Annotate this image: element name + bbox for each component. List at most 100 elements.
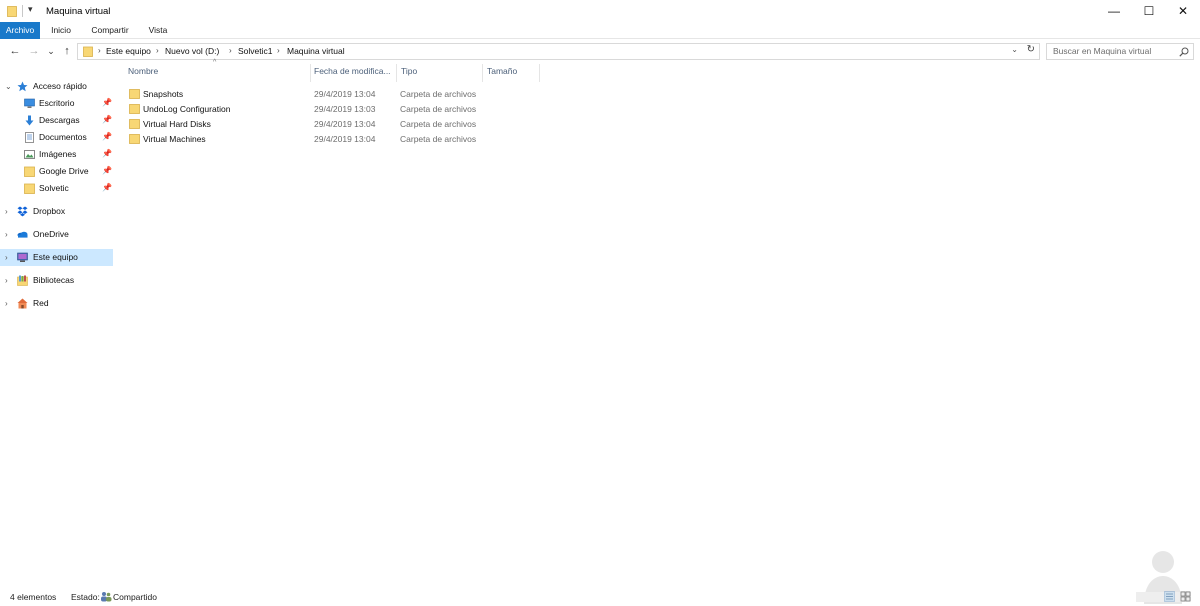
navigation-pane: ⌄ Acceso rápido Escritorio 📌 Descargas 📌… [0, 72, 116, 582]
title-bar: ▾ Maquina virtual — ☐ ✕ [0, 0, 1200, 22]
file-name: Virtual Hard Disks [143, 119, 211, 129]
quick-access-toolbar-dropdown[interactable]: ▾ [28, 4, 33, 15]
libraries-icon [17, 275, 28, 286]
breadcrumb-este-equipo[interactable]: Este equipo [106, 46, 151, 56]
sidebar-item-escritorio[interactable]: Escritorio 📌 [0, 95, 113, 112]
sidebar-item-imagenes[interactable]: Imágenes 📌 [0, 146, 113, 163]
sidebar-item-documentos[interactable]: Documentos 📌 [0, 129, 113, 146]
file-list: ^ Nombre Fecha de modifica... Tipo Tamañ… [116, 59, 1200, 582]
breadcrumb-maquina-virtual[interactable]: Maquina virtual [287, 46, 345, 56]
tab-vista[interactable]: Vista [144, 22, 172, 39]
table-row[interactable]: UndoLog Configuration 29/4/2019 13:03 Ca… [124, 102, 494, 117]
forward-button[interactable]: → [27, 43, 41, 59]
column-divider[interactable] [396, 64, 397, 82]
sidebar-item-dropbox[interactable]: › Dropbox [0, 203, 113, 220]
table-row[interactable]: Virtual Hard Disks 29/4/2019 13:04 Carpe… [124, 117, 494, 132]
file-date: 29/4/2019 13:04 [314, 89, 376, 99]
file-date: 29/4/2019 13:03 [314, 104, 376, 114]
sidebar-item-onedrive[interactable]: › OneDrive [0, 226, 113, 243]
pin-icon: 📌 [102, 149, 112, 158]
sidebar-item-descargas[interactable]: Descargas 📌 [0, 112, 113, 129]
folder-icon [7, 6, 17, 17]
pin-icon: 📌 [102, 166, 112, 175]
up-button[interactable]: ↑ [60, 43, 74, 59]
onedrive-icon [17, 231, 28, 238]
close-button[interactable]: ✕ [1166, 0, 1200, 22]
file-type: Carpeta de archivos [400, 104, 477, 114]
breadcrumb-nuevo-vol[interactable]: Nuevo vol (D:) [165, 46, 219, 56]
table-row[interactable]: Virtual Machines 29/4/2019 13:04 Carpeta… [124, 132, 494, 147]
folder-icon [24, 183, 35, 194]
search-icon[interactable] [1179, 47, 1189, 57]
chevron-right-icon[interactable]: › [5, 276, 8, 285]
table-row[interactable]: Snapshots 29/4/2019 13:04 Carpeta de arc… [124, 87, 494, 102]
sidebar-item-google-drive[interactable]: Google Drive 📌 [0, 163, 113, 180]
sidebar-item-acceso-rapido[interactable]: ⌄ Acceso rápido [0, 78, 113, 95]
minimize-button[interactable]: — [1097, 0, 1131, 22]
star-icon [17, 81, 28, 92]
sidebar-item-label: Solvetic [39, 183, 69, 193]
address-dropdown-button[interactable]: ⌄ [1011, 45, 1018, 54]
sidebar-item-este-equipo[interactable]: › Este equipo [0, 249, 113, 266]
sidebar-item-label: Red [33, 298, 49, 308]
column-divider[interactable] [539, 64, 540, 82]
chevron-right-icon[interactable]: › [5, 253, 8, 262]
tab-archivo[interactable]: Archivo [0, 22, 40, 39]
file-date: 29/4/2019 13:04 [314, 134, 376, 144]
sidebar-item-label: Este equipo [33, 252, 78, 262]
column-header-tamano[interactable]: Tamaño [487, 66, 517, 82]
column-header-nombre[interactable]: Nombre [128, 66, 158, 82]
download-icon [25, 115, 34, 126]
sidebar-item-label: Imágenes [39, 149, 77, 159]
sidebar-item-label: Bibliotecas [33, 275, 75, 285]
file-type: Carpeta de archivos [400, 89, 477, 99]
tab-compartir[interactable]: Compartir [88, 22, 132, 39]
breadcrumb-chevron[interactable]: › [156, 46, 159, 55]
sidebar-item-solvetic[interactable]: Solvetic 📌 [0, 180, 113, 197]
breadcrumb-solvetic1[interactable]: Solvetic1 [238, 46, 273, 56]
sort-ascending-icon: ^ [213, 59, 217, 66]
column-header-fecha[interactable]: Fecha de modifica... [314, 66, 391, 82]
network-icon [17, 298, 28, 309]
column-header-tipo[interactable]: Tipo [401, 66, 417, 82]
pin-icon: 📌 [102, 115, 112, 124]
folder-icon [129, 119, 140, 129]
address-bar[interactable]: › Este equipo › Nuevo vol (D:) › Solveti… [77, 43, 1040, 60]
back-button[interactable]: ← [8, 43, 22, 59]
pin-icon: 📌 [102, 132, 112, 141]
folder-icon [24, 166, 35, 177]
pictures-icon [24, 150, 35, 159]
shared-users-icon [101, 592, 112, 602]
search-input[interactable]: Buscar en Maquina virtual [1046, 43, 1194, 60]
status-bar: 4 elementos Estado: Compartido [0, 588, 1200, 606]
sidebar-item-label: OneDrive [33, 229, 69, 239]
sidebar-item-red[interactable]: › Red [0, 295, 113, 312]
column-divider[interactable] [310, 64, 311, 82]
refresh-button[interactable]: ↻ [1027, 44, 1035, 55]
search-placeholder: Buscar en Maquina virtual [1053, 46, 1152, 56]
breadcrumb-chevron[interactable]: › [277, 46, 280, 55]
sidebar-item-bibliotecas[interactable]: › Bibliotecas [0, 272, 113, 289]
item-count: 4 elementos [10, 592, 57, 602]
sidebar-item-label: Google Drive [39, 166, 89, 176]
column-divider[interactable] [482, 64, 483, 82]
folder-icon [129, 134, 140, 144]
chevron-right-icon[interactable]: › [5, 207, 8, 216]
chevron-down-icon[interactable]: ⌄ [5, 82, 12, 91]
maximize-button[interactable]: ☐ [1132, 0, 1166, 22]
pin-icon: 📌 [102, 183, 112, 192]
window-title: Maquina virtual [46, 6, 111, 17]
chevron-right-icon[interactable]: › [5, 299, 8, 308]
tab-inicio[interactable]: Inicio [46, 22, 76, 39]
sidebar-item-label: Escritorio [39, 98, 75, 108]
file-name: UndoLog Configuration [143, 104, 231, 114]
file-type: Carpeta de archivos [400, 134, 477, 144]
status-value: Compartido [113, 592, 157, 602]
breadcrumb-chevron[interactable]: › [229, 46, 232, 55]
chevron-right-icon[interactable]: › [5, 230, 8, 239]
folder-icon [129, 104, 140, 114]
breadcrumb-chevron[interactable]: › [98, 46, 101, 55]
computer-icon [17, 252, 28, 262]
recent-locations-dropdown[interactable]: ⌄ [44, 43, 58, 59]
ribbon-tabs: Archivo Inicio Compartir Vista [0, 22, 1200, 39]
